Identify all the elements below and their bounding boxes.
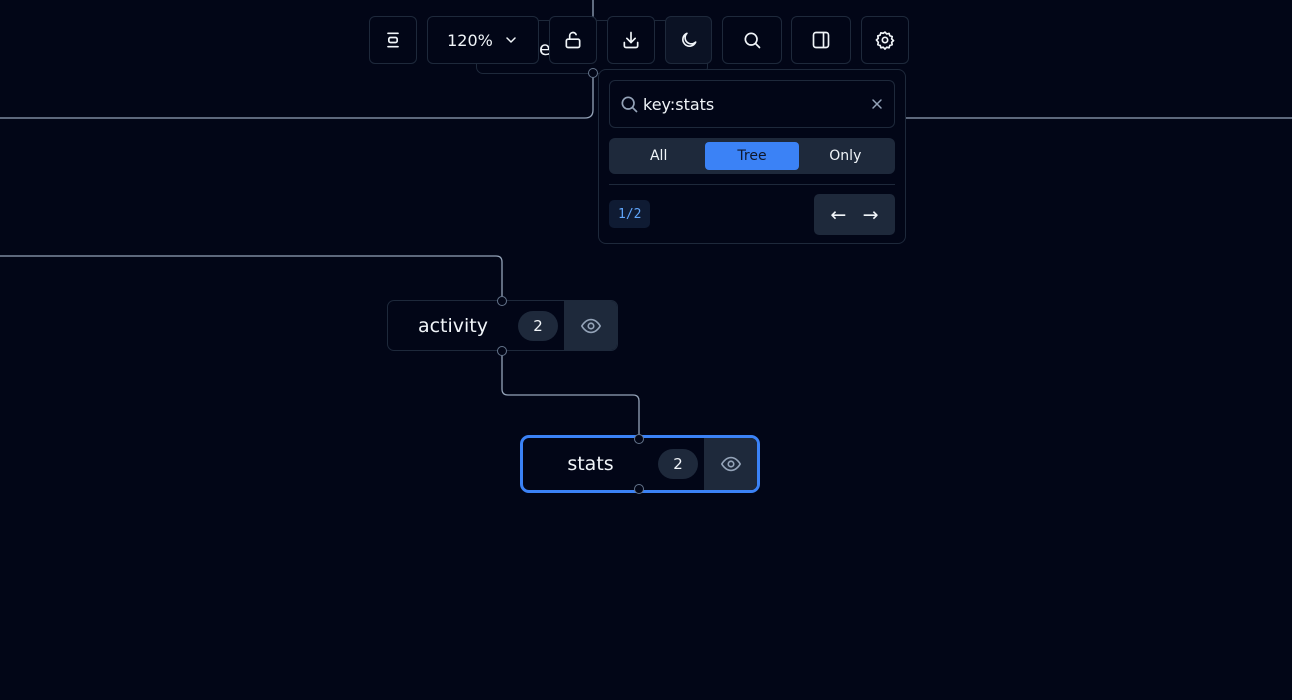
zoom-select[interactable]: 120%	[427, 16, 539, 64]
node-activity-bottom-handle[interactable]	[497, 346, 507, 356]
download-button[interactable]	[607, 16, 655, 64]
search-input[interactable]	[643, 94, 853, 114]
node-stats-count-badge: 2	[658, 449, 698, 479]
close-icon[interactable]	[869, 96, 885, 112]
lock-toggle-button[interactable]	[549, 16, 597, 64]
center-view-button[interactable]	[369, 16, 417, 64]
previous-match-button[interactable]: ←	[830, 204, 846, 226]
mode-only-button[interactable]: Only	[799, 142, 892, 170]
node-activity-view-button[interactable]	[564, 301, 617, 350]
edge-to-activity	[0, 255, 503, 300]
node-activity-label: activity	[417, 314, 489, 337]
node-stats-count-wrap: 2	[658, 438, 704, 490]
node-stats-view-button[interactable]	[704, 438, 757, 490]
node-activity-count-badge: 2	[518, 310, 558, 341]
align-center-icon	[387, 32, 399, 48]
eye-icon	[720, 456, 741, 472]
partial-node-bottom-handle[interactable]	[588, 68, 598, 78]
node-stats-top-handle[interactable]	[634, 434, 644, 444]
zoom-value: 120%	[447, 30, 493, 50]
next-match-button[interactable]: →	[863, 204, 879, 226]
node-activity-count-wrap: 2	[518, 301, 564, 350]
search-mode-toggle: All Tree Only	[609, 138, 895, 174]
search-panel-divider	[609, 184, 895, 185]
search-icon	[621, 96, 638, 113]
moon-icon	[681, 32, 696, 47]
sidebar-toggle-button[interactable]	[791, 16, 851, 64]
unlock-icon	[565, 31, 581, 49]
settings-button[interactable]	[861, 16, 909, 64]
sidebar-toggle-icon	[812, 31, 830, 49]
edge-partial-to-parent	[0, 74, 594, 119]
mode-all-button[interactable]: All	[612, 142, 705, 170]
chevron-down-icon	[506, 37, 516, 43]
search-panel: All Tree Only 1/2 ← →	[598, 69, 906, 244]
graph-canvas[interactable]: e activity 2 stats 2 120% key:stats All …	[0, 0, 1292, 700]
download-icon	[623, 31, 639, 49]
gear-icon	[875, 31, 895, 50]
match-counter: 1/2	[609, 200, 651, 228]
match-navigation: ← →	[814, 194, 895, 235]
mode-tree-button[interactable]: Tree	[705, 142, 799, 170]
search-icon	[744, 32, 761, 49]
node-stats-bottom-handle[interactable]	[634, 484, 644, 494]
node-activity[interactable]: activity 2	[387, 300, 618, 351]
node-activity-top-handle[interactable]	[497, 296, 507, 306]
edge-activity-to-stats	[501, 351, 640, 438]
eye-icon	[580, 318, 601, 333]
search-field[interactable]	[609, 80, 895, 128]
node-stats-label: stats	[567, 453, 614, 475]
theme-toggle-button[interactable]	[665, 16, 712, 64]
search-button[interactable]	[722, 16, 782, 64]
